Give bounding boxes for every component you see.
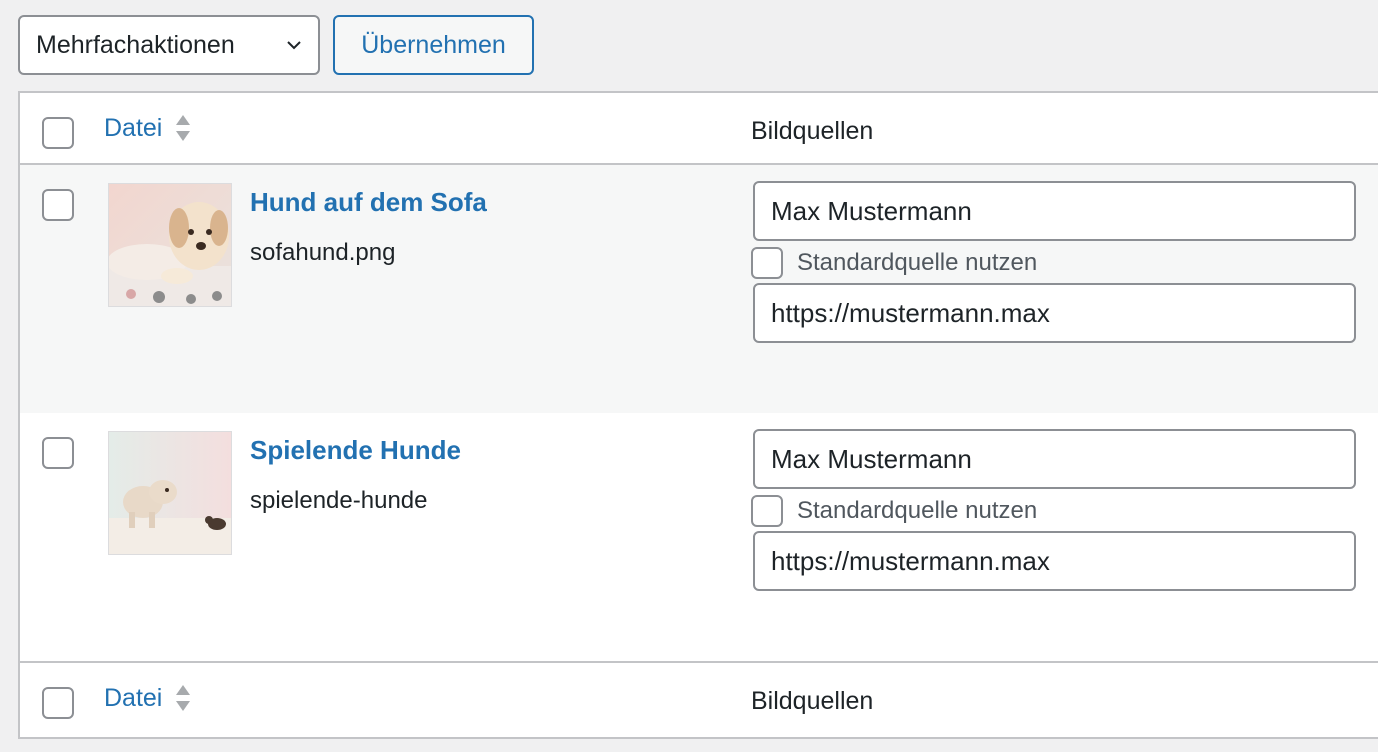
use-default-source-checkbox[interactable] bbox=[751, 247, 783, 279]
use-default-source-option[interactable]: Standardquelle nutzen bbox=[751, 247, 1037, 279]
media-table: Datei Bildquellen Hund auf dem Sofa sofa… bbox=[18, 91, 1378, 739]
source-name-input[interactable]: Max Mustermann bbox=[753, 181, 1356, 241]
use-default-source-option[interactable]: Standardquelle nutzen bbox=[751, 495, 1037, 527]
thumbnail-image[interactable] bbox=[108, 183, 232, 307]
source-url-input[interactable]: https://mustermann.max bbox=[753, 531, 1356, 591]
column-header-file-label: Datei bbox=[104, 113, 163, 142]
use-default-source-checkbox[interactable] bbox=[751, 495, 783, 527]
row-checkbox[interactable] bbox=[42, 437, 74, 469]
media-filename: spielende-hunde bbox=[250, 487, 428, 514]
media-title-link[interactable]: Hund auf dem Sofa bbox=[250, 187, 487, 218]
table-header: Datei Bildquellen bbox=[20, 93, 1378, 165]
bulk-actions-select[interactable]: Mehrfachaktionen bbox=[18, 15, 320, 75]
select-all-checkbox[interactable] bbox=[42, 117, 74, 149]
media-filename: sofahund.png bbox=[250, 239, 396, 266]
row-checkbox[interactable] bbox=[42, 189, 74, 221]
source-url-input[interactable]: https://mustermann.max bbox=[753, 283, 1356, 343]
sort-icon bbox=[176, 685, 191, 711]
column-header-file[interactable]: Datei bbox=[104, 113, 192, 143]
chevron-down-icon bbox=[287, 41, 301, 50]
puppy-on-sofa-image bbox=[109, 184, 231, 306]
apply-button[interactable]: Übernehmen bbox=[333, 15, 534, 75]
bulk-actions-value: Mehrfachaktionen bbox=[36, 30, 235, 59]
playing-dogs-image bbox=[109, 432, 231, 554]
column-footer-file-label: Datei bbox=[104, 683, 163, 712]
media-title-link[interactable]: Spielende Hunde bbox=[250, 435, 461, 466]
select-all-checkbox-footer[interactable] bbox=[42, 687, 74, 719]
source-name-input[interactable]: Max Mustermann bbox=[753, 429, 1356, 489]
thumbnail-image[interactable] bbox=[108, 431, 232, 555]
table-row: Hund auf dem Sofa sofahund.png Max Muste… bbox=[20, 165, 1378, 413]
column-footer-file[interactable]: Datei bbox=[104, 683, 192, 713]
sort-icon bbox=[176, 115, 191, 141]
table-row: Spielende Hunde spielende-hunde Max Must… bbox=[20, 413, 1378, 661]
table-footer: Datei Bildquellen bbox=[20, 661, 1378, 737]
use-default-source-label: Standardquelle nutzen bbox=[797, 497, 1038, 524]
column-footer-sources: Bildquellen bbox=[751, 687, 874, 715]
bulk-actions-bar: Mehrfachaktionen Übernehmen bbox=[18, 15, 534, 75]
use-default-source-label: Standardquelle nutzen bbox=[797, 249, 1038, 276]
column-header-sources: Bildquellen bbox=[751, 117, 874, 145]
